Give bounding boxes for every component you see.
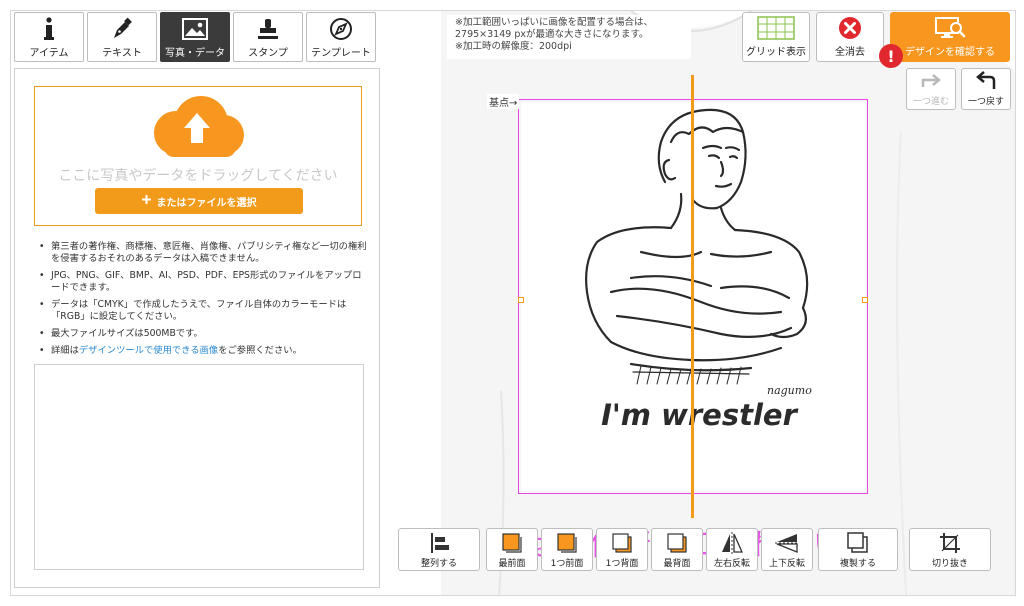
undo-button[interactable]: 一つ戻す (961, 68, 1011, 110)
tab-photo-data-label: 写真・データ (165, 47, 225, 59)
tab-item[interactable]: アイテム (14, 12, 84, 62)
tab-photo-data[interactable]: 写真・データ (160, 12, 230, 62)
tab-stamp-label: スタンプ (248, 47, 288, 59)
send-backward-icon (611, 530, 633, 556)
left-panel: ここに写真やデータをドラッグしてください またはファイルを選択 第三者の著作権、… (14, 68, 380, 588)
left-tabs: アイテム テキスト 写真・データ スタンプ テンプレート (14, 12, 376, 62)
image-icon (182, 16, 208, 42)
grid-icon (757, 16, 795, 43)
flip-vertical-button[interactable]: 上下反転 (761, 528, 813, 571)
crop-label: 切り抜き (931, 559, 968, 569)
resize-handle-left[interactable] (518, 297, 524, 303)
send-to-back-icon (666, 530, 688, 556)
align-button[interactable]: 整列する (398, 528, 480, 571)
flip-horizontal-icon (720, 530, 744, 556)
duplicate-icon (846, 530, 870, 556)
center-guide-line (691, 75, 694, 518)
crop-button[interactable]: 切り抜き (909, 528, 991, 571)
tab-stamp[interactable]: スタンプ (233, 12, 303, 62)
note-item: JPG、PNG、GIF、BMP、AI、PSD、PDF、EPS形式のファイルをアッ… (37, 270, 367, 294)
usable-images-link[interactable]: デザインツールで使用できる画像 (79, 345, 218, 356)
note-item: 第三者の著作権、商標権、意匠権、肖像権、パブリシティ権など一切の権利を侵害するお… (37, 241, 367, 265)
duplicate-label: 複製する (839, 559, 876, 569)
flip-horizontal-button[interactable]: 左右反転 (706, 528, 758, 571)
select-file-button[interactable]: またはファイルを選択 (95, 188, 303, 214)
note-item: 最大ファイルサイズは500MBです。 (37, 328, 367, 340)
clear-all-label: 全消去 (835, 47, 865, 58)
note-suffix: をご参照ください。 (218, 345, 302, 356)
print-info-note: ※加工範囲いっぱいに画像を配置する場合は、 2795×3149 pxが最適な大き… (447, 15, 691, 59)
clear-all-button[interactable]: 全消去 (816, 12, 884, 62)
tab-text[interactable]: テキスト (87, 12, 157, 62)
bring-to-front-label: 最前面 (498, 559, 526, 569)
stamp-icon (256, 16, 280, 42)
bring-to-front-icon (501, 530, 523, 556)
pen-icon (110, 16, 134, 42)
tab-template-label: テンプレート (311, 47, 371, 59)
tab-text-label: テキスト (102, 47, 142, 59)
redo-label: 一つ進む (912, 97, 949, 107)
info-line: ※加工範囲いっぱいに画像を配置する場合は、 (455, 17, 653, 28)
undo-icon (974, 71, 998, 94)
send-backward-label: 1つ背面 (605, 559, 639, 569)
uploaded-images-list[interactable] (34, 364, 364, 570)
duplicate-button[interactable]: 複製する (818, 528, 898, 571)
cloud-upload-icon (154, 96, 244, 157)
note-item: データは「CMYK」で作成したうえで、ファイル自体のカラーモードは「RGB」に設… (37, 299, 367, 323)
crop-icon (939, 530, 961, 556)
upload-notes: 第三者の著作権、商標権、意匠権、肖像権、パブリシティ権など一切の権利を侵害するお… (37, 241, 367, 362)
monitor-search-icon (934, 16, 966, 43)
info-line: 2795×3149 pxが最適な大きさになります。 (455, 29, 649, 40)
plus-icon (141, 195, 151, 207)
bring-forward-label: 1つ前面 (550, 559, 584, 569)
grid-label: グリッド表示 (746, 47, 806, 58)
upload-dropzone[interactable]: ここに写真やデータをドラッグしてください またはファイルを選択 (34, 86, 362, 226)
close-circle-icon (838, 16, 862, 43)
note-item: 詳細はデザインツールで使用できる画像をご参照ください。 (37, 345, 367, 357)
bring-to-front-button[interactable]: 最前面 (486, 528, 538, 571)
redo-button[interactable]: 一つ進む (906, 68, 956, 110)
tab-item-label: アイテム (29, 47, 69, 59)
undo-label: 一つ戻す (967, 97, 1004, 107)
align-label: 整列する (420, 559, 457, 569)
note-prefix: 詳細は (51, 345, 79, 356)
send-to-back-label: 最背面 (663, 559, 691, 569)
bring-forward-icon (556, 530, 578, 556)
flip-vertical-icon (775, 530, 799, 556)
flip-vertical-label: 上下反転 (768, 559, 805, 569)
artist-signature: nagumo (767, 384, 812, 397)
resize-handle-right[interactable] (862, 297, 868, 303)
bring-forward-button[interactable]: 1つ前面 (541, 528, 593, 571)
redo-icon (919, 71, 943, 94)
flip-horizontal-label: 左右反転 (713, 559, 750, 569)
select-file-label: またはファイルを選択 (156, 197, 257, 209)
info-line: ※加工時の解像度：200dpi (455, 41, 572, 52)
tab-template[interactable]: テンプレート (306, 12, 376, 62)
base-point-label: 基点→ (487, 94, 520, 109)
send-backward-button[interactable]: 1つ背面 (596, 528, 648, 571)
design-caption: I'm wrestler (601, 398, 797, 432)
upload-hint: ここに写真やデータをドラッグしてください (58, 168, 338, 184)
info-icon (42, 16, 56, 42)
confirm-design-label: デザインを確認する (905, 47, 995, 58)
compass-icon (329, 16, 353, 42)
grid-toggle-button[interactable]: グリッド表示 (742, 12, 810, 62)
send-to-back-button[interactable]: 最背面 (651, 528, 703, 571)
confirm-design-button[interactable]: デザインを確認する (890, 12, 1010, 62)
align-icon (428, 530, 450, 556)
alert-badge: ! (879, 44, 903, 68)
